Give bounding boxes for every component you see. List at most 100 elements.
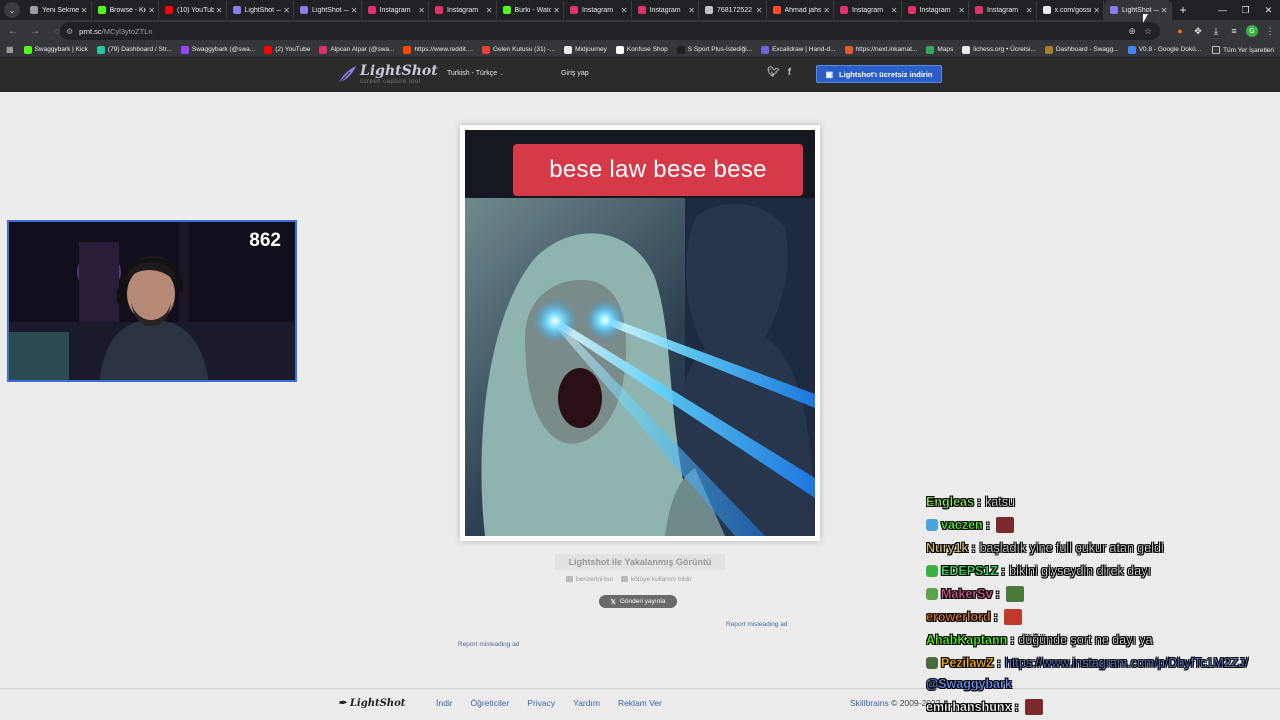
- download-button[interactable]: ▣ Lightshot'ı ücretsiz indirin: [816, 65, 942, 83]
- tab-favicon-icon: [367, 6, 376, 14]
- bookmark-item[interactable]: Midjourney: [564, 45, 607, 54]
- browser-tab[interactable]: LightShot — ✕: [227, 1, 294, 19]
- footer-link[interactable]: Reklam Ver: [618, 698, 662, 708]
- site-logo[interactable]: LightShot screen capture tool: [336, 64, 438, 85]
- tab-close-icon[interactable]: ✕: [351, 6, 358, 15]
- profile-icon[interactable]: G: [1246, 25, 1258, 37]
- bookmark-favicon-icon: [403, 45, 412, 54]
- footer-link[interactable]: Privacy: [527, 698, 555, 708]
- browser-tab[interactable]: Browse - Kick✕: [92, 1, 159, 19]
- tab-close-icon[interactable]: ✕: [756, 6, 763, 15]
- browser-tab[interactable]: Instagram ✕: [564, 1, 632, 19]
- zoom-icon[interactable]: ⊕: [1128, 26, 1136, 37]
- browser-tab[interactable]: (10) YouTube✕: [159, 1, 227, 19]
- tab-close-icon[interactable]: ✕: [891, 6, 898, 15]
- browser-tab[interactable]: Instagram ✕: [429, 1, 497, 19]
- tab-close-icon[interactable]: ✕: [216, 6, 223, 15]
- browser-tab[interactable]: Instagram ✕: [969, 1, 1037, 19]
- find-similar-link[interactable]: benzerini bul: [566, 576, 613, 583]
- browser-tab[interactable]: Burki - Watc ✕: [497, 1, 564, 19]
- bookmark-item[interactable]: Alpcan Alpar (@swa...: [319, 45, 394, 54]
- bookmark-item[interactable]: Swaggybark (@swa...: [180, 45, 256, 54]
- bookmark-item[interactable]: Swaggybark | Kick: [23, 45, 88, 54]
- tab-favicon-icon: [1110, 6, 1118, 14]
- browser-tab[interactable]: Instagram ✕: [362, 1, 429, 19]
- browser-tab[interactable]: LightShot — ✕: [1104, 0, 1172, 20]
- bookmark-label: Swaggybark (@swa...: [191, 46, 256, 53]
- site-info-icon[interactable]: ⚙: [66, 27, 73, 36]
- menu-icon[interactable]: ⋮: [1264, 25, 1276, 37]
- tab-close-icon[interactable]: ✕: [1161, 6, 1168, 15]
- report-abuse-link[interactable]: kötüye kullanım bildir: [620, 576, 692, 583]
- bookmark-item[interactable]: (2) YouTube: [264, 45, 311, 54]
- download-icon[interactable]: ⤓: [1210, 25, 1222, 37]
- report-ad-link-left[interactable]: Report misleading ad: [458, 641, 519, 648]
- footer-link[interactable]: İndir: [436, 698, 453, 708]
- browser-tab[interactable]: 768172522 ✕: [699, 1, 767, 19]
- apps-grid-icon[interactable]: ▦: [6, 45, 14, 54]
- footer-logo[interactable]: ✒ LightShot: [338, 698, 405, 709]
- all-bookmarks[interactable]: Tüm Yer İşaretleri: [1212, 42, 1274, 58]
- post-button[interactable]: 𝕏 Gönderi yayınla: [599, 595, 677, 608]
- address-bar[interactable]: ⚙ prnt.sc/MCyl3ytoZTLn ⊕ ☆: [60, 22, 1160, 40]
- back-icon[interactable]: ←: [4, 22, 22, 40]
- tab-close-icon[interactable]: ✕: [1026, 6, 1033, 15]
- bookmark-item[interactable]: V0.8 - Google Dokü...: [1127, 45, 1201, 54]
- report-ad-link-right[interactable]: Report misleading ad: [726, 621, 787, 628]
- chat-message: PezilawZ: https://www.instagram.com/p/Dby…: [926, 653, 1248, 673]
- tab-close-icon[interactable]: ✕: [148, 6, 155, 15]
- extension-icon[interactable]: ●: [1174, 25, 1186, 37]
- twitter-icon[interactable]: 🐦︎: [767, 67, 780, 78]
- tab-close-icon[interactable]: ✕: [958, 6, 965, 15]
- tab-close-icon[interactable]: ✕: [688, 6, 695, 15]
- download-button-label: Lightshot'ı ücretsiz indirin: [839, 69, 933, 79]
- tab-search-icon[interactable]: ⌄: [4, 2, 20, 18]
- browser-tab[interactable]: Instagram ✕: [632, 1, 699, 19]
- browser-tab[interactable]: Yeni Sekme ✕: [24, 1, 92, 19]
- bookmark-item[interactable]: https://www.reddit....: [403, 45, 473, 54]
- tab-close-icon[interactable]: ✕: [823, 6, 830, 15]
- bookmark-item[interactable]: Konfuse Shop: [615, 45, 668, 54]
- tab-close-icon[interactable]: ✕: [486, 6, 493, 15]
- forward-icon[interactable]: →: [26, 22, 44, 40]
- media-icon[interactable]: ≡: [1228, 25, 1240, 37]
- tab-close-icon[interactable]: ✕: [283, 6, 290, 15]
- login-link[interactable]: Giriş yap: [561, 70, 589, 77]
- bookmark-star-icon[interactable]: ☆: [1144, 26, 1152, 37]
- tab-close-icon[interactable]: ✕: [553, 6, 560, 15]
- browser-tab[interactable]: Instagram ✕: [902, 1, 969, 19]
- facebook-icon[interactable]: f: [788, 67, 791, 78]
- bookmark-item[interactable]: Maps: [926, 45, 953, 54]
- chat-badge-icon: [926, 657, 938, 669]
- browser-tab[interactable]: x.com/gossi ✕: [1037, 1, 1104, 19]
- minimize-icon[interactable]: —: [1211, 0, 1234, 20]
- skillbrains-link[interactable]: Skillbrains: [850, 698, 889, 708]
- screenshot-image[interactable]: bese law bese bese: [465, 130, 815, 536]
- tab-close-icon[interactable]: ✕: [1093, 6, 1100, 15]
- bookmark-label: (79) Dashboard / Str...: [107, 46, 172, 53]
- new-tab-icon[interactable]: +: [1180, 3, 1187, 17]
- camera-icon: [566, 576, 573, 583]
- footer-link[interactable]: Yardım: [573, 698, 600, 708]
- browser-tab[interactable]: LightShot — ✕: [294, 1, 362, 19]
- close-window-icon[interactable]: ✕: [1257, 0, 1280, 20]
- bookmark-item[interactable]: Excalidraw | Hand-d...: [761, 45, 836, 54]
- browser-tab[interactable]: Instagram ✕: [834, 1, 902, 19]
- viewer-count: 862: [249, 230, 281, 251]
- bookmark-item[interactable]: Dashboard - Swagg...: [1044, 45, 1119, 54]
- browser-tab[interactable]: Ahmad jahs ✕: [767, 1, 834, 19]
- bookmark-label: (2) YouTube: [275, 46, 311, 53]
- tab-close-icon[interactable]: ✕: [621, 6, 628, 15]
- bookmark-item[interactable]: https://next.inkamat...: [844, 45, 917, 54]
- footer-link[interactable]: Öğreticiler: [471, 698, 510, 708]
- bookmark-item[interactable]: S Sport Plus-İstediği...: [676, 45, 752, 54]
- language-select[interactable]: Turkish - Türkçe ⌄: [447, 70, 504, 77]
- bookmarks-bar: ▦ Swaggybark | Kick (79) Dashboard / Str.…: [0, 42, 1280, 58]
- bookmark-item[interactable]: Gelen Kutusu (31) -...: [481, 45, 555, 54]
- restore-icon[interactable]: ❐: [1234, 0, 1257, 20]
- tab-close-icon[interactable]: ✕: [418, 6, 425, 15]
- bookmark-item[interactable]: lichess.org • Ücretsi...: [962, 45, 1036, 54]
- extensions-puzzle-icon[interactable]: ✥: [1192, 25, 1204, 37]
- tab-close-icon[interactable]: ✕: [81, 6, 88, 15]
- bookmark-item[interactable]: (79) Dashboard / Str...: [96, 45, 172, 54]
